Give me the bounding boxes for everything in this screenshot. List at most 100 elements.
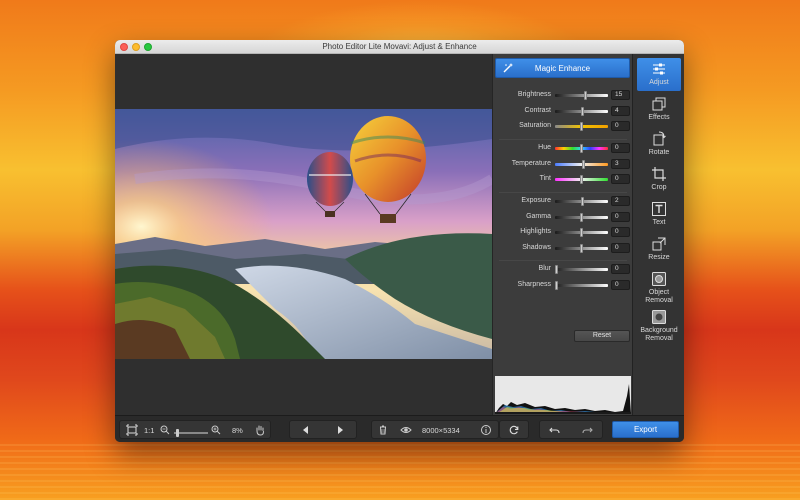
refresh-icon[interactable] — [508, 424, 520, 436]
undo-icon[interactable] — [549, 424, 561, 436]
slider-row-exposure: Exposure 2 — [493, 196, 633, 208]
sharpness-value-field[interactable]: 0 — [611, 279, 630, 290]
zoom-slider[interactable] — [174, 429, 208, 437]
slider-row-saturation: Saturation 0 — [493, 121, 633, 133]
gamma-slider[interactable] — [555, 212, 608, 222]
slider-knob[interactable] — [581, 197, 584, 206]
slider-row-shadows: Shadows 0 — [493, 242, 633, 255]
preview-eye-icon[interactable] — [400, 424, 412, 436]
slider-row-hue: Hue 0 — [493, 143, 633, 155]
tool-crop[interactable]: Crop — [637, 163, 681, 196]
tool-label: Resize — [648, 254, 670, 261]
sharpness-slider[interactable] — [555, 280, 608, 290]
slider-knob[interactable] — [580, 144, 583, 153]
histogram — [495, 376, 631, 414]
slider-label: Shadows — [522, 243, 551, 251]
shadows-value-field[interactable]: 0 — [611, 242, 630, 253]
contrast-value-field[interactable]: 4 — [611, 105, 630, 116]
brightness-slider[interactable] — [555, 91, 608, 100]
slider-label: Contrast — [524, 106, 551, 114]
fit-to-screen-icon[interactable] — [126, 424, 138, 436]
tool-resize[interactable]: Resize — [637, 233, 681, 266]
previous-image-icon[interactable] — [300, 424, 312, 436]
slider-knob[interactable] — [580, 175, 583, 184]
section-divider — [499, 191, 627, 193]
tool-label: Text — [652, 219, 666, 226]
background-removal-icon — [652, 310, 666, 324]
slider-label: Blur — [538, 265, 551, 272]
slider-knob[interactable] — [581, 106, 584, 116]
highlights-value-field[interactable]: 0 — [611, 227, 630, 237]
saturation-value-field[interactable]: 0 — [611, 121, 630, 131]
slider-knob[interactable] — [580, 243, 583, 253]
gamma-value-field[interactable]: 0 — [611, 211, 630, 222]
image-dimensions: 8000×5334 — [422, 426, 460, 435]
reset-button[interactable]: Reset — [574, 330, 630, 342]
zoom-percent: 8% — [232, 426, 243, 435]
navigation-group — [289, 420, 357, 439]
blur-slider[interactable] — [555, 265, 608, 274]
slider-row-highlights: Highlights 0 — [493, 227, 633, 239]
trash-icon[interactable] — [377, 424, 389, 436]
zoom-slider-knob[interactable] — [175, 429, 179, 437]
saturation-slider[interactable] — [555, 122, 608, 131]
slider-knob[interactable] — [580, 122, 583, 131]
temperature-slider[interactable] — [555, 159, 608, 169]
slider-label: Sharpness — [517, 280, 551, 288]
shadows-slider[interactable] — [555, 243, 608, 253]
exposure-slider[interactable] — [555, 197, 608, 206]
tint-value-field[interactable]: 0 — [611, 174, 630, 184]
zoom-out-icon[interactable] — [159, 424, 171, 436]
info-icon[interactable] — [480, 424, 492, 436]
export-button[interactable]: Export — [612, 421, 679, 438]
slider-knob[interactable] — [580, 212, 583, 222]
contrast-slider[interactable] — [555, 106, 608, 116]
image-canvas[interactable] — [115, 54, 492, 415]
slider-knob[interactable] — [581, 159, 585, 169]
highlights-slider[interactable] — [555, 228, 608, 237]
layers-icon — [652, 97, 666, 111]
blur-value-field[interactable]: 0 — [611, 264, 630, 274]
actual-size-button[interactable]: 1:1 — [144, 426, 154, 435]
refresh-group — [499, 420, 529, 439]
sliders-icon — [653, 63, 665, 75]
tool-background-removal[interactable]: Background Removal — [637, 306, 681, 342]
hand-tool-icon[interactable] — [254, 424, 266, 436]
slider-row-blur: Blur 0 — [493, 264, 633, 276]
slider-row-contrast: Contrast 4 — [493, 105, 633, 118]
zoom-in-icon[interactable] — [210, 424, 222, 436]
text-icon — [652, 202, 666, 216]
tool-label: Adjust — [649, 79, 669, 86]
hue-value-field[interactable]: 0 — [611, 143, 630, 153]
slider-knob[interactable] — [584, 91, 587, 100]
photo-preview — [115, 109, 492, 359]
magic-enhance-button[interactable]: Magic Enhance — [495, 58, 630, 78]
slider-row-gamma: Gamma 0 — [493, 211, 633, 224]
slider-knob[interactable] — [580, 228, 583, 237]
title-bar: Photo Editor Lite Movavi: Adjust & Enhan… — [115, 40, 684, 54]
next-image-icon[interactable] — [334, 424, 346, 436]
tool-label: Rotate — [648, 149, 670, 156]
hue-slider[interactable] — [555, 144, 608, 153]
tool-object-removal[interactable]: Object Removal — [637, 268, 681, 304]
slider-label: Exposure — [521, 197, 551, 204]
slider-knob[interactable] — [555, 280, 558, 290]
magic-wand-icon — [503, 63, 513, 73]
app-window: Photo Editor Lite Movavi: Adjust & Enhan… — [115, 40, 684, 442]
slider-row-brightness: Brightness 15 — [493, 90, 633, 102]
brightness-value-field[interactable]: 15 — [611, 90, 630, 100]
tool-text[interactable]: Text — [637, 198, 681, 231]
slider-knob[interactable] — [555, 265, 558, 274]
tool-label: Object Removal — [645, 289, 673, 304]
exposure-value-field[interactable]: 2 — [611, 196, 630, 206]
tint-slider[interactable] — [555, 175, 608, 184]
tool-effects[interactable]: Effects — [637, 93, 681, 126]
redo-icon[interactable] — [581, 424, 593, 436]
tool-adjust[interactable]: Adjust — [637, 58, 681, 91]
crop-icon — [652, 167, 666, 181]
slider-label: Tint — [539, 175, 551, 182]
tools-sidebar: Adjust Effects Rotate Crop Text Resize Object … — [632, 54, 684, 415]
tool-rotate[interactable]: Rotate — [637, 128, 681, 161]
temperature-value-field[interactable]: 3 — [611, 158, 630, 169]
slider-row-temperature: Temperature 3 — [493, 158, 633, 171]
